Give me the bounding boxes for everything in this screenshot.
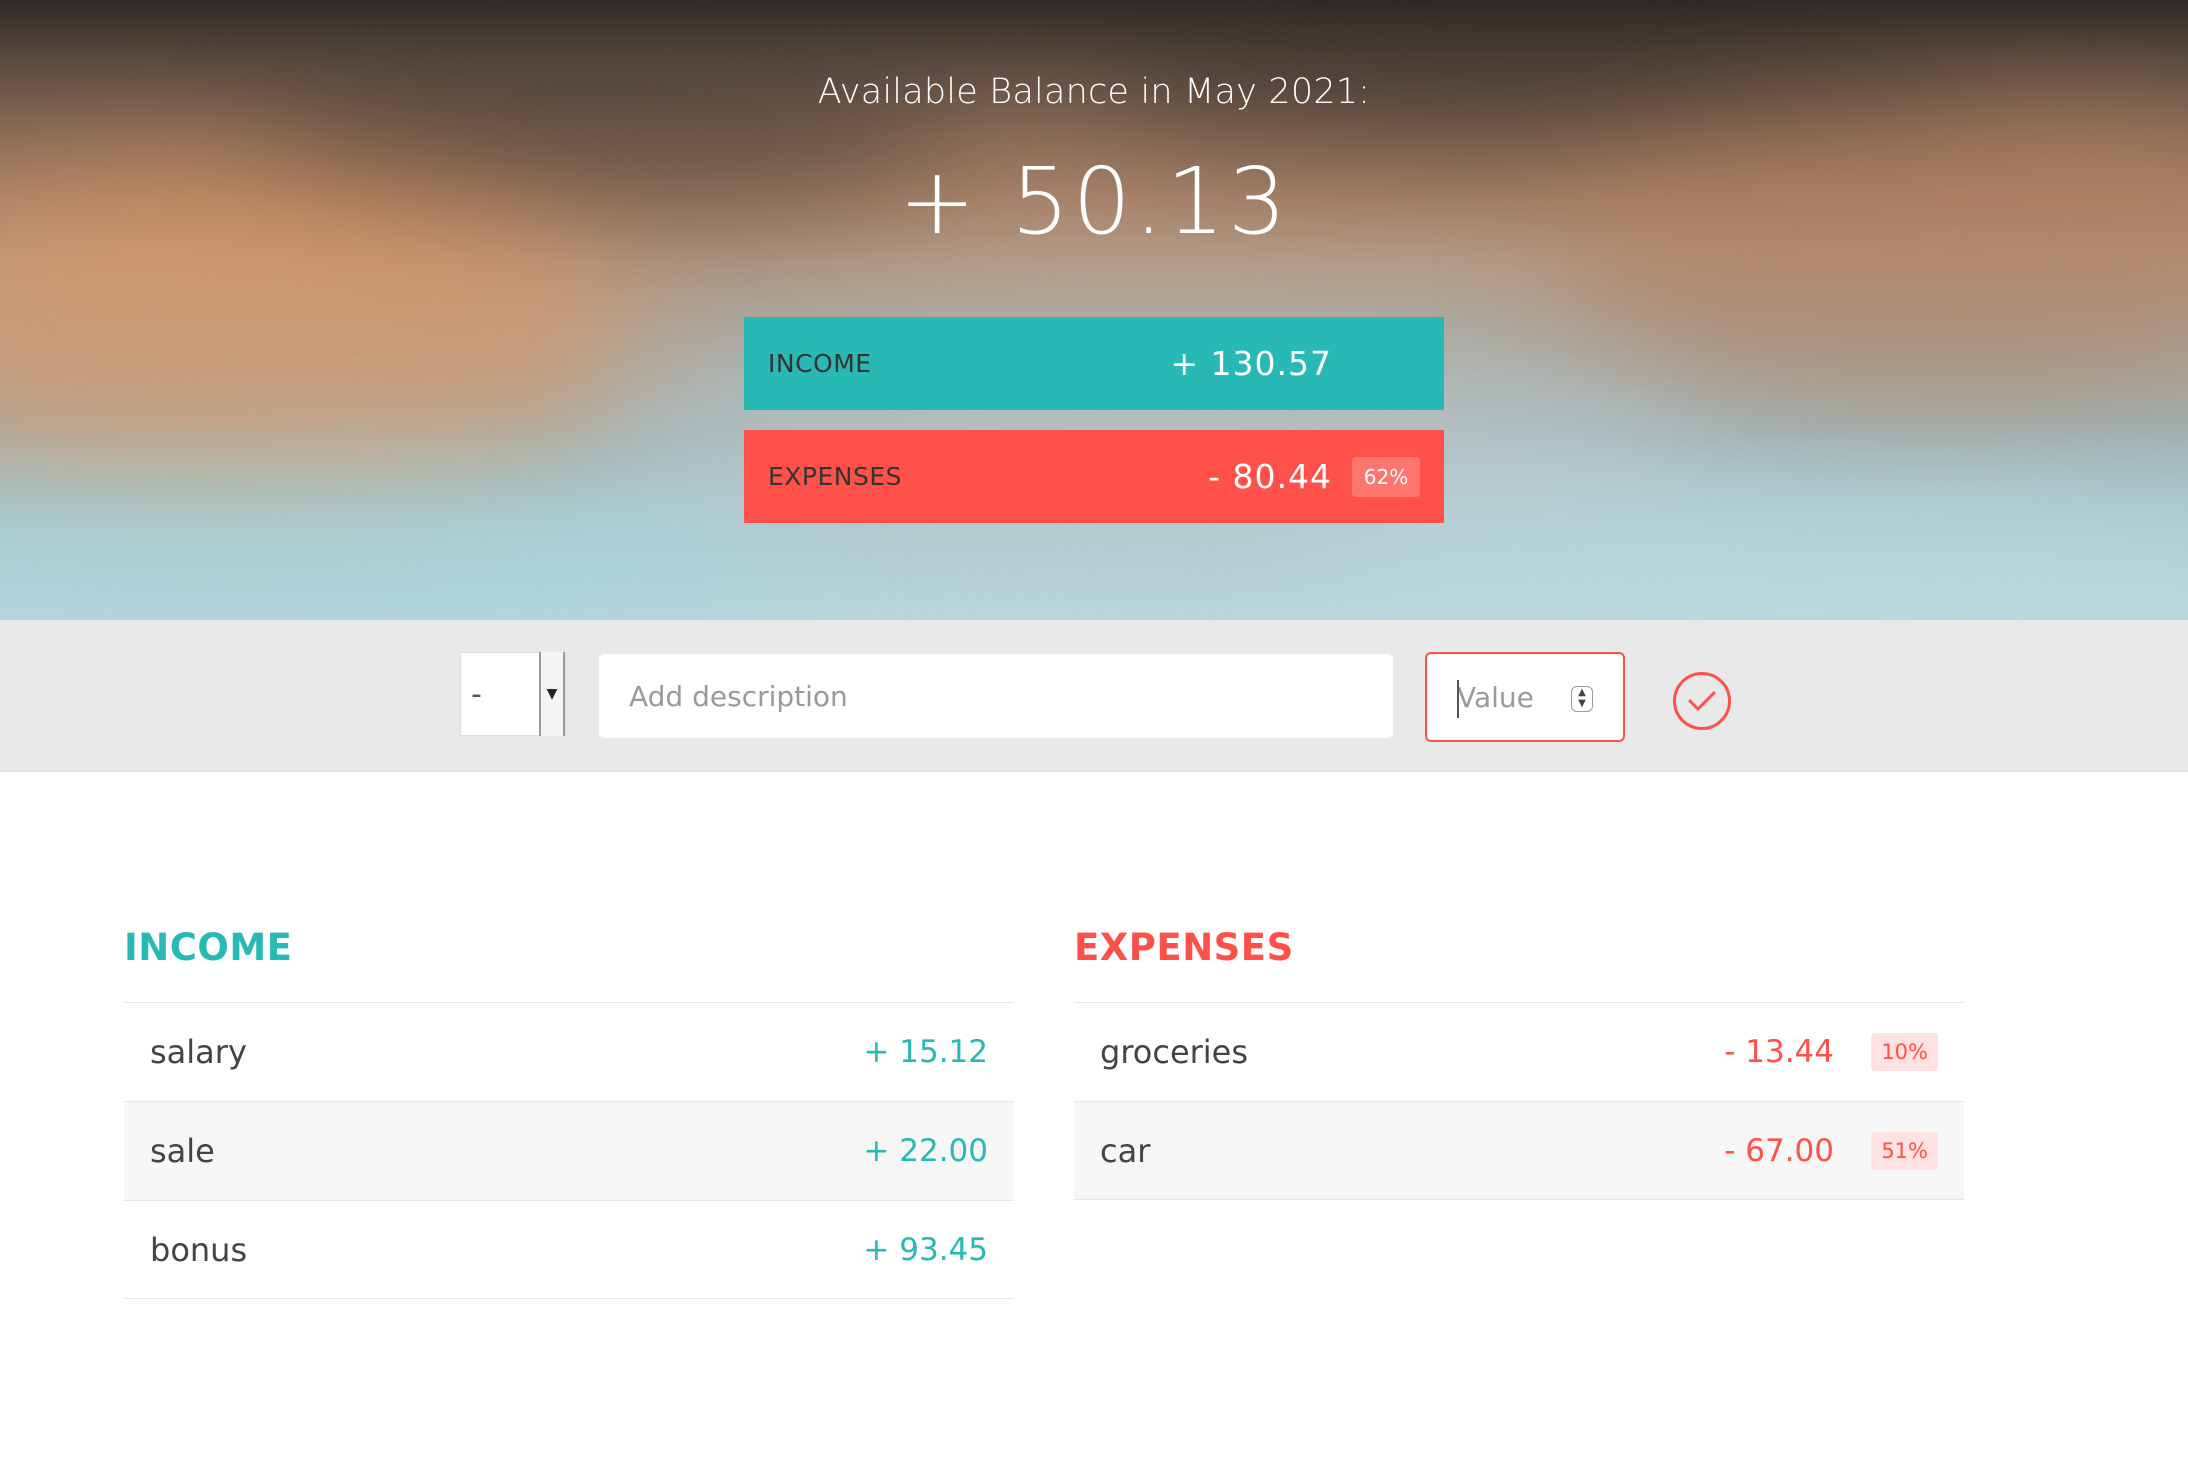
- item-description: bonus: [150, 1230, 248, 1269]
- value-placeholder: Value: [1457, 680, 1534, 714]
- budget-balance: + 50.13: [898, 148, 1290, 255]
- expenses-list-title: EXPENSES: [1074, 926, 1294, 969]
- item-value: + 93.45: [863, 1231, 988, 1268]
- text-cursor: [1457, 680, 1459, 718]
- expenses-summary-value: - 80.44: [1208, 457, 1332, 496]
- item-percentage-badge: 10%: [1871, 1033, 1938, 1071]
- income-item[interactable]: sale + 22.00: [124, 1101, 1014, 1200]
- description-placeholder: Add description: [629, 679, 848, 713]
- number-spinner-icon[interactable]: ▲ ▼: [1571, 686, 1593, 712]
- budget-title: Available Balance in May 2021:: [817, 72, 1371, 112]
- item-value: + 15.12: [863, 1034, 988, 1070]
- income-item[interactable]: salary + 15.12: [124, 1002, 1014, 1101]
- income-list-title: INCOME: [124, 926, 293, 969]
- value-input[interactable]: Value ▲ ▼: [1425, 652, 1625, 742]
- type-select[interactable]: - ▼: [460, 652, 566, 736]
- item-percentage-badge: 51%: [1871, 1131, 1938, 1170]
- add-entry-bar: - ▼ Add description Value ▲ ▼: [0, 620, 2188, 772]
- income-list: salary + 15.12 sale + 22.00 bonus + 93.4…: [124, 1002, 1014, 1299]
- item-description: car: [1100, 1131, 1151, 1170]
- item-description: sale: [150, 1132, 215, 1170]
- checkmark-icon: [1688, 691, 1716, 711]
- top-header: Available Balance in May 2021: + 50.13 I…: [0, 0, 2188, 620]
- dropdown-arrow-icon[interactable]: ▼: [539, 652, 565, 736]
- income-item[interactable]: bonus + 93.45: [124, 1200, 1014, 1299]
- type-select-value: -: [471, 676, 482, 712]
- income-summary-value: + 130.57: [1170, 344, 1332, 383]
- income-summary: INCOME + 130.57: [744, 317, 1444, 410]
- item-value: + 22.00: [863, 1133, 988, 1169]
- add-submit-button[interactable]: [1673, 672, 1731, 730]
- expense-item[interactable]: groceries - 13.44 10%: [1074, 1002, 1964, 1101]
- item-value: - 13.44: [1724, 1034, 1834, 1070]
- expenses-percentage-badge: 62%: [1352, 456, 1420, 497]
- expense-item[interactable]: car - 67.00 51%: [1074, 1101, 1964, 1200]
- expenses-list: groceries - 13.44 10% car - 67.00 51%: [1074, 1002, 1964, 1200]
- description-input[interactable]: Add description: [598, 653, 1394, 739]
- item-description: groceries: [1100, 1033, 1249, 1071]
- item-description: salary: [150, 1033, 247, 1071]
- item-value: - 67.00: [1724, 1132, 1834, 1169]
- expenses-summary: EXPENSES - 80.44 62%: [744, 430, 1444, 523]
